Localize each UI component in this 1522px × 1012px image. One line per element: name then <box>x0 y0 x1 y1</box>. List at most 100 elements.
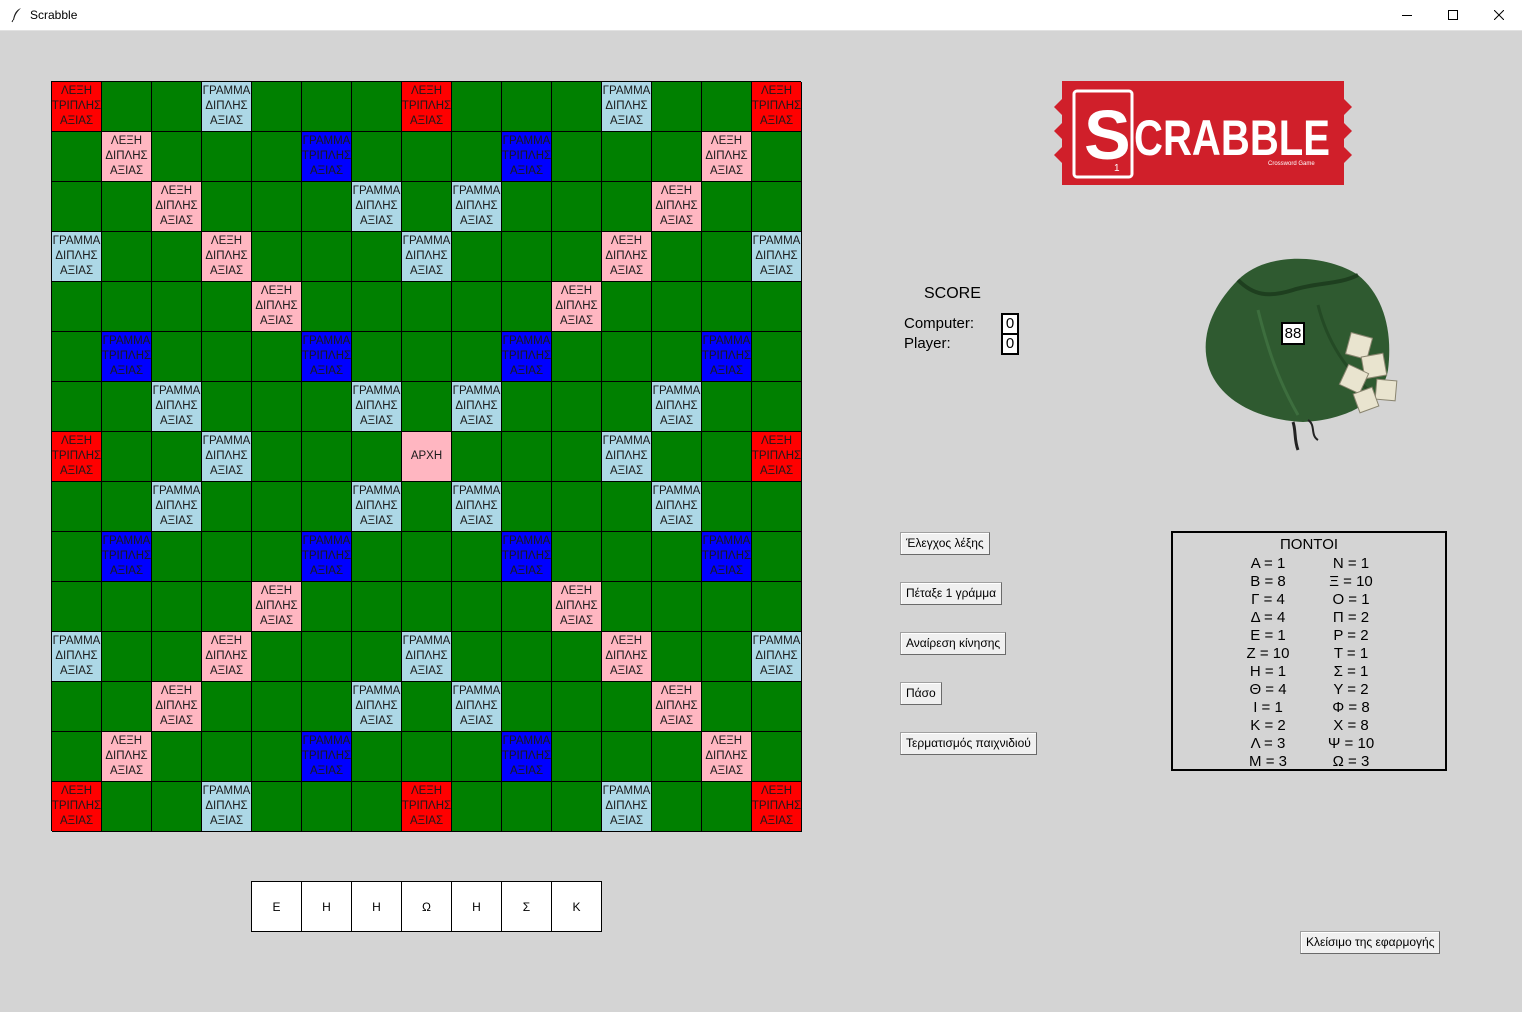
board-cell[interactable] <box>152 632 202 682</box>
board-cell[interactable] <box>402 682 452 732</box>
board-cell[interactable] <box>102 682 152 732</box>
board-cell[interactable] <box>352 532 402 582</box>
board-cell[interactable] <box>302 782 352 832</box>
board-cell-double-word[interactable]: ΛΕΞΗ ΔΙΠΛΗΣ ΑΞΙΑΣ <box>552 282 602 332</box>
board-cell[interactable] <box>702 782 752 832</box>
board-cell-double-letter[interactable]: ΓΡΑΜΜΑ ΔΙΠΛΗΣ ΑΞΙΑΣ <box>402 632 452 682</box>
board-cell-double-word[interactable]: ΛΕΞΗ ΔΙΠΛΗΣ ΑΞΙΑΣ <box>652 182 702 232</box>
board-cell-triple-word[interactable]: ΛΕΞΗ ΤΡΙΠΛΗΣ ΑΞΙΑΣ <box>52 432 102 482</box>
board-cell[interactable] <box>652 332 702 382</box>
board-cell-double-letter[interactable]: ΓΡΑΜΜΑ ΔΙΠΛΗΣ ΑΞΙΑΣ <box>452 482 502 532</box>
board-cell[interactable] <box>452 732 502 782</box>
board-cell[interactable] <box>102 582 152 632</box>
board-cell[interactable] <box>602 582 652 632</box>
close-app-button[interactable]: Κλείσιμο της εφαρμογής <box>1300 931 1441 954</box>
minimize-button[interactable] <box>1384 0 1430 30</box>
board-cell[interactable] <box>352 582 402 632</box>
board-cell[interactable] <box>702 682 752 732</box>
board-cell[interactable] <box>402 532 452 582</box>
board-cell[interactable] <box>602 732 652 782</box>
board-cell[interactable] <box>752 382 802 432</box>
board-cell[interactable] <box>102 182 152 232</box>
board-cell[interactable] <box>552 332 602 382</box>
board-cell[interactable] <box>752 482 802 532</box>
rack-tile[interactable]: Κ <box>552 882 602 932</box>
board-cell[interactable] <box>702 82 752 132</box>
board-cell[interactable] <box>52 732 102 782</box>
board-cell[interactable] <box>702 382 752 432</box>
board-cell-triple-letter[interactable]: ΓΡΑΜΜΑ ΤΡΙΠΛΗΣ ΑΞΙΑΣ <box>502 132 552 182</box>
pass-button[interactable]: Πάσο <box>900 682 942 705</box>
board-cell[interactable] <box>602 682 652 732</box>
board-cell[interactable] <box>552 432 602 482</box>
board-cell[interactable] <box>652 432 702 482</box>
board-cell-double-word[interactable]: ΛΕΞΗ ΔΙΠΛΗΣ ΑΞΙΑΣ <box>252 582 302 632</box>
board-cell-triple-letter[interactable]: ΓΡΑΜΜΑ ΤΡΙΠΛΗΣ ΑΞΙΑΣ <box>502 532 552 582</box>
board-cell-double-letter[interactable]: ΓΡΑΜΜΑ ΔΙΠΛΗΣ ΑΞΙΑΣ <box>602 82 652 132</box>
board-cell-double-letter[interactable]: ΓΡΑΜΜΑ ΔΙΠΛΗΣ ΑΞΙΑΣ <box>152 382 202 432</box>
rack-tile[interactable]: Η <box>352 882 402 932</box>
board-cell[interactable] <box>652 732 702 782</box>
board-cell[interactable] <box>552 482 602 532</box>
board-cell[interactable] <box>652 132 702 182</box>
board-cell[interactable] <box>252 532 302 582</box>
board-cell[interactable] <box>452 532 502 582</box>
board-cell[interactable] <box>402 382 452 432</box>
board-cell-triple-letter[interactable]: ΓΡΑΜΜΑ ΤΡΙΠΛΗΣ ΑΞΙΑΣ <box>702 532 752 582</box>
board-cell[interactable] <box>502 282 552 332</box>
board-cell[interactable] <box>252 782 302 832</box>
board-cell[interactable] <box>302 482 352 532</box>
board-cell-double-word[interactable]: ΛΕΞΗ ΔΙΠΛΗΣ ΑΞΙΑΣ <box>602 632 652 682</box>
board-cell[interactable] <box>752 332 802 382</box>
board-cell[interactable] <box>552 182 602 232</box>
board-cell[interactable] <box>202 532 252 582</box>
board-cell[interactable] <box>752 282 802 332</box>
board-cell-double-letter[interactable]: ΓΡΑΜΜΑ ΔΙΠΛΗΣ ΑΞΙΑΣ <box>602 432 652 482</box>
board-cell[interactable] <box>102 632 152 682</box>
board-cell[interactable] <box>752 132 802 182</box>
board-cell-double-letter[interactable]: ΓΡΑΜΜΑ ΔΙΠΛΗΣ ΑΞΙΑΣ <box>652 382 702 432</box>
board-cell[interactable] <box>252 332 302 382</box>
board-cell-double-letter[interactable]: ΓΡΑΜΜΑ ΔΙΠΛΗΣ ΑΞΙΑΣ <box>452 182 502 232</box>
board-cell[interactable] <box>602 482 652 532</box>
board-cell-double-word[interactable]: ΛΕΞΗ ΔΙΠΛΗΣ ΑΞΙΑΣ <box>652 682 702 732</box>
board-cell[interactable] <box>52 282 102 332</box>
board-cell-triple-letter[interactable]: ΓΡΑΜΜΑ ΤΡΙΠΛΗΣ ΑΞΙΑΣ <box>102 532 152 582</box>
board-cell[interactable] <box>652 282 702 332</box>
board-cell-triple-word[interactable]: ΛΕΞΗ ΤΡΙΠΛΗΣ ΑΞΙΑΣ <box>402 782 452 832</box>
board-cell-triple-word[interactable]: ΛΕΞΗ ΤΡΙΠΛΗΣ ΑΞΙΑΣ <box>402 82 452 132</box>
board-cell[interactable] <box>352 332 402 382</box>
board-cell[interactable] <box>502 432 552 482</box>
board-cell-double-word[interactable]: ΛΕΞΗ ΔΙΠΛΗΣ ΑΞΙΑΣ <box>602 232 652 282</box>
board-cell[interactable] <box>552 632 602 682</box>
check-word-button[interactable]: Έλεγχος λέξης <box>900 532 990 555</box>
board-cell[interactable] <box>202 182 252 232</box>
board-cell[interactable] <box>52 532 102 582</box>
board-cell[interactable] <box>552 782 602 832</box>
board-cell-double-letter[interactable]: ΓΡΑΜΜΑ ΔΙΠΛΗΣ ΑΞΙΑΣ <box>52 632 102 682</box>
board-cell-triple-letter[interactable]: ΓΡΑΜΜΑ ΤΡΙΠΛΗΣ ΑΞΙΑΣ <box>302 332 352 382</box>
board-cell[interactable] <box>502 632 552 682</box>
board-cell[interactable] <box>302 632 352 682</box>
board-cell[interactable] <box>452 132 502 182</box>
board-cell[interactable] <box>52 332 102 382</box>
board-cell[interactable] <box>502 782 552 832</box>
board-cell[interactable] <box>102 482 152 532</box>
board-cell[interactable] <box>102 782 152 832</box>
board-cell[interactable] <box>602 282 652 332</box>
board-cell[interactable] <box>402 182 452 232</box>
board-cell-triple-letter[interactable]: ΓΡΑΜΜΑ ΤΡΙΠΛΗΣ ΑΞΙΑΣ <box>302 532 352 582</box>
board-cell[interactable] <box>302 282 352 332</box>
board-cell[interactable] <box>352 782 402 832</box>
board-cell[interactable] <box>102 82 152 132</box>
board-cell[interactable] <box>702 632 752 682</box>
board-cell-double-word[interactable]: ΛΕΞΗ ΔΙΠΛΗΣ ΑΞΙΑΣ <box>102 732 152 782</box>
board-cell[interactable] <box>652 782 702 832</box>
board-cell[interactable] <box>202 482 252 532</box>
board-cell[interactable] <box>302 682 352 732</box>
board-cell[interactable] <box>602 182 652 232</box>
board-cell[interactable] <box>202 582 252 632</box>
board-cell[interactable] <box>202 732 252 782</box>
board-cell[interactable] <box>502 582 552 632</box>
board-cell[interactable] <box>752 732 802 782</box>
